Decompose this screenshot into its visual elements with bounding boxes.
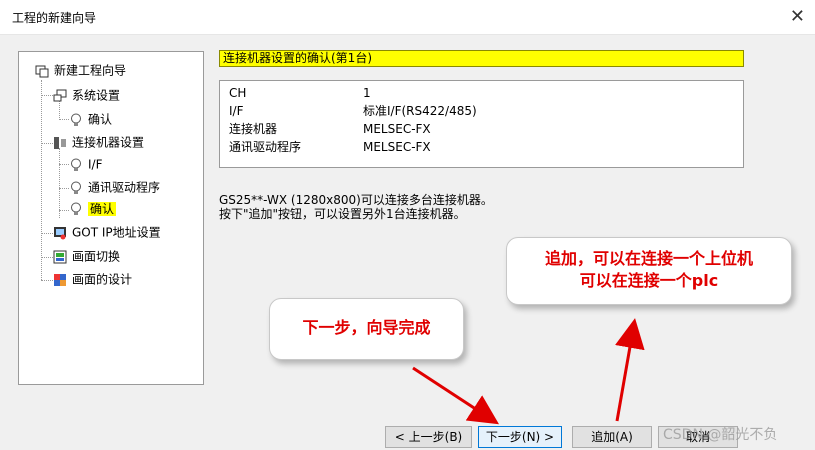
- add-device-callout: 追加，可以在连接一个上位机 可以在连接一个plc: [506, 237, 792, 305]
- watermark: CSDN @韶光不负: [663, 427, 778, 443]
- annotation-arrows: [412, 318, 645, 425]
- next-step-callout: 下一步，向导完成: [269, 298, 464, 360]
- add-callout-line-1: 追加，可以在连接一个上位机: [544, 249, 753, 268]
- arrow-to-add: [615, 318, 645, 422]
- add-callout-line-2: 可以在连接一个plc: [579, 271, 719, 290]
- arrow-to-next: [412, 366, 500, 425]
